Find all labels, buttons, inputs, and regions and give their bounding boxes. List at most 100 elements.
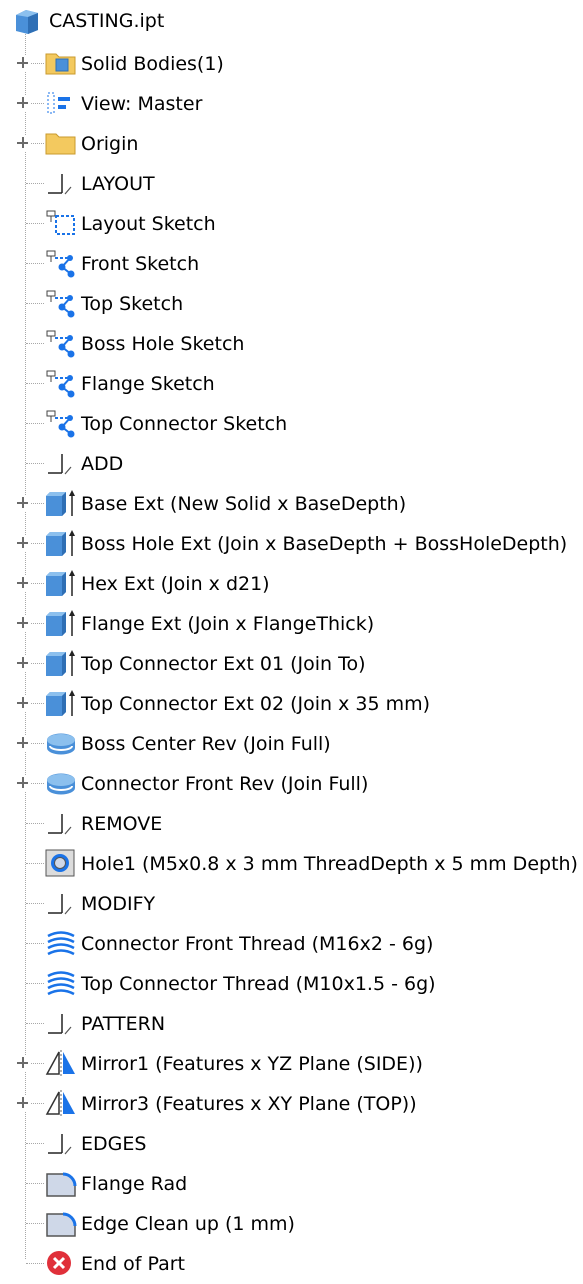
- tree-item-layout[interactable]: LAYOUT: [0, 164, 583, 204]
- extrude-icon: [44, 568, 78, 598]
- mirror-icon: [44, 1088, 78, 1118]
- tree-item-top-connector-sketch[interactable]: Top Connector Sketch: [0, 404, 583, 444]
- tree-item-label: Flange Sketch: [81, 373, 215, 395]
- shared-sketch-icon: [44, 288, 78, 318]
- tree-item-hole1-m5x0-8-x-3-mm-threaddepth-x-5-mm-depth[interactable]: Hole1 (M5x0.8 x 3 mm ThreadDepth x 5 mm …: [0, 844, 583, 884]
- shared-sketch-icon: [44, 248, 78, 278]
- expand-plus-icon[interactable]: [15, 655, 31, 671]
- tree-item-connector-front-rev-join-full[interactable]: Connector Front Rev (Join Full): [0, 764, 583, 804]
- expand-plus-icon[interactable]: [15, 695, 31, 711]
- expand-plus-icon[interactable]: [15, 1095, 31, 1111]
- expand-plus-icon[interactable]: [15, 135, 31, 151]
- tree-branch-line: [26, 183, 44, 184]
- revolve-icon: [44, 768, 78, 798]
- shared-sketch-icon: [44, 368, 78, 398]
- tree-item-label: Top Connector Ext 02 (Join x 35 mm): [81, 693, 431, 715]
- tree-item-pattern[interactable]: PATTERN: [0, 1004, 583, 1044]
- tree-item-label: Boss Hole Sketch: [81, 333, 245, 355]
- expand-plus-icon[interactable]: [15, 775, 31, 791]
- expand-plus-icon[interactable]: [15, 495, 31, 511]
- tree-item-top-connector-thread-m10x1-5-6g[interactable]: Top Connector Thread (M10x1.5 - 6g): [0, 964, 583, 1004]
- marker-icon: [44, 888, 78, 918]
- marker-icon: [44, 448, 78, 478]
- tree-item-modify[interactable]: MODIFY: [0, 884, 583, 924]
- tree-item-label: Layout Sketch: [81, 213, 216, 235]
- tree-item-flange-rad[interactable]: Flange Rad: [0, 1164, 583, 1204]
- expand-plus-icon[interactable]: [15, 55, 31, 71]
- tree-item-label: Front Sketch: [81, 253, 200, 275]
- tree-item-boss-hole-sketch[interactable]: Boss Hole Sketch: [0, 324, 583, 364]
- marker-icon: [44, 168, 78, 198]
- tree-item-boss-center-rev-join-full[interactable]: Boss Center Rev (Join Full): [0, 724, 583, 764]
- tree-item-label: View: Master: [81, 93, 203, 115]
- expand-plus-icon[interactable]: [15, 575, 31, 591]
- tree-item-origin[interactable]: Origin: [0, 124, 583, 164]
- tree-item-flange-ext-join-x-flangethick[interactable]: Flange Ext (Join x FlangeThick): [0, 604, 583, 644]
- tree-item-base-ext-new-solid-x-basedepth[interactable]: Base Ext (New Solid x BaseDepth): [0, 484, 583, 524]
- tree-item-label: Top Connector Sketch: [81, 413, 288, 435]
- tree-item-solid-bodies-1[interactable]: Solid Bodies(1): [0, 44, 583, 84]
- tree-item-top-connector-ext-02-join-x-35-mm[interactable]: Top Connector Ext 02 (Join x 35 mm): [0, 684, 583, 724]
- expand-plus-icon[interactable]: [15, 95, 31, 111]
- solid-bodies-folder-icon: [44, 48, 78, 78]
- tree-item-view-master[interactable]: View: Master: [0, 84, 583, 124]
- expand-plus-icon[interactable]: [15, 1055, 31, 1071]
- fillet-icon: [44, 1208, 78, 1238]
- tree-item-mirror1-features-x-yz-plane-side[interactable]: Mirror1 (Features x YZ Plane (SIDE)): [0, 1044, 583, 1084]
- expand-plus-icon[interactable]: [15, 615, 31, 631]
- revolve-icon: [44, 728, 78, 758]
- tree-item-label: Hex Ext (Join x d21): [81, 573, 270, 595]
- shared-sketch-icon: [44, 328, 78, 358]
- expand-plus-icon[interactable]: [15, 535, 31, 551]
- extrude-icon: [44, 648, 78, 678]
- tree-item-boss-hole-ext-join-x-basedepth-bossholedepth[interactable]: Boss Hole Ext (Join x BaseDepth + BossHo…: [0, 524, 583, 564]
- tree-branch-line: [26, 943, 44, 944]
- tree-item-label: Hole1 (M5x0.8 x 3 mm ThreadDepth x 5 mm …: [81, 853, 578, 875]
- tree-item-label: Connector Front Thread (M16x2 - 6g): [81, 933, 434, 955]
- tree-item-end-of-part[interactable]: End of Part: [0, 1244, 583, 1284]
- tree-item-label: Connector Front Rev (Join Full): [81, 773, 369, 795]
- tree-item-layout-sketch[interactable]: Layout Sketch: [0, 204, 583, 244]
- tree-item-label: ADD: [81, 453, 124, 475]
- tree-item-edges[interactable]: EDGES: [0, 1124, 583, 1164]
- view-rep-icon: [44, 88, 78, 118]
- model-browser-tree: CASTING.ipt Solid Bodies(1) View: Master O…: [0, 0, 583, 1275]
- tree-item-front-sketch[interactable]: Front Sketch: [0, 244, 583, 284]
- tree-branch-line: [26, 223, 44, 224]
- tree-branch-line: [26, 423, 44, 424]
- tree-item-remove[interactable]: REMOVE: [0, 804, 583, 844]
- tree-branch-line: [26, 1143, 44, 1144]
- tree-item-label: Top Sketch: [81, 293, 184, 315]
- tree-item-label: EDGES: [81, 1133, 147, 1155]
- part-icon: [12, 6, 42, 36]
- tree-item-connector-front-thread-m16x2-6g[interactable]: Connector Front Thread (M16x2 - 6g): [0, 924, 583, 964]
- tree-item-top-sketch[interactable]: Top Sketch: [0, 284, 583, 324]
- tree-item-add[interactable]: ADD: [0, 444, 583, 484]
- tree-branch-line: [26, 463, 44, 464]
- tree-branch-line: [26, 343, 44, 344]
- tree-item-label: Boss Hole Ext (Join x BaseDepth + BossHo…: [81, 533, 568, 555]
- hole-icon: [44, 848, 78, 878]
- tree-item-label: PATTERN: [81, 1013, 166, 1035]
- marker-icon: [44, 808, 78, 838]
- tree-item-flange-sketch[interactable]: Flange Sketch: [0, 364, 583, 404]
- tree-item-hex-ext-join-x-d21[interactable]: Hex Ext (Join x d21): [0, 564, 583, 604]
- expand-plus-icon[interactable]: [15, 735, 31, 751]
- tree-branch-line: [26, 903, 44, 904]
- tree-item-label: Flange Ext (Join x FlangeThick): [81, 613, 375, 635]
- tree-item-label: Edge Clean up (1 mm): [81, 1213, 295, 1235]
- tree-branch-line: [26, 383, 44, 384]
- extrude-icon: [44, 488, 78, 518]
- tree-branch-line: [26, 863, 44, 864]
- tree-item-label: Origin: [81, 133, 139, 155]
- tree-item-mirror3-features-x-xy-plane-top[interactable]: Mirror3 (Features x XY Plane (TOP)): [0, 1084, 583, 1124]
- sketch-icon: [44, 208, 78, 238]
- tree-item-top-connector-ext-01-join-to[interactable]: Top Connector Ext 01 (Join To): [0, 644, 583, 684]
- tree-item-label: Top Connector Ext 01 (Join To): [81, 653, 366, 675]
- tree-item-label: Mirror1 (Features x YZ Plane (SIDE)): [81, 1053, 423, 1075]
- tree-root-casting[interactable]: CASTING.ipt: [0, 4, 583, 38]
- thread-icon: [44, 928, 78, 958]
- extrude-icon: [44, 688, 78, 718]
- tree-branch-line: [26, 1263, 44, 1264]
- tree-item-edge-clean-up-1-mm[interactable]: Edge Clean up (1 mm): [0, 1204, 583, 1244]
